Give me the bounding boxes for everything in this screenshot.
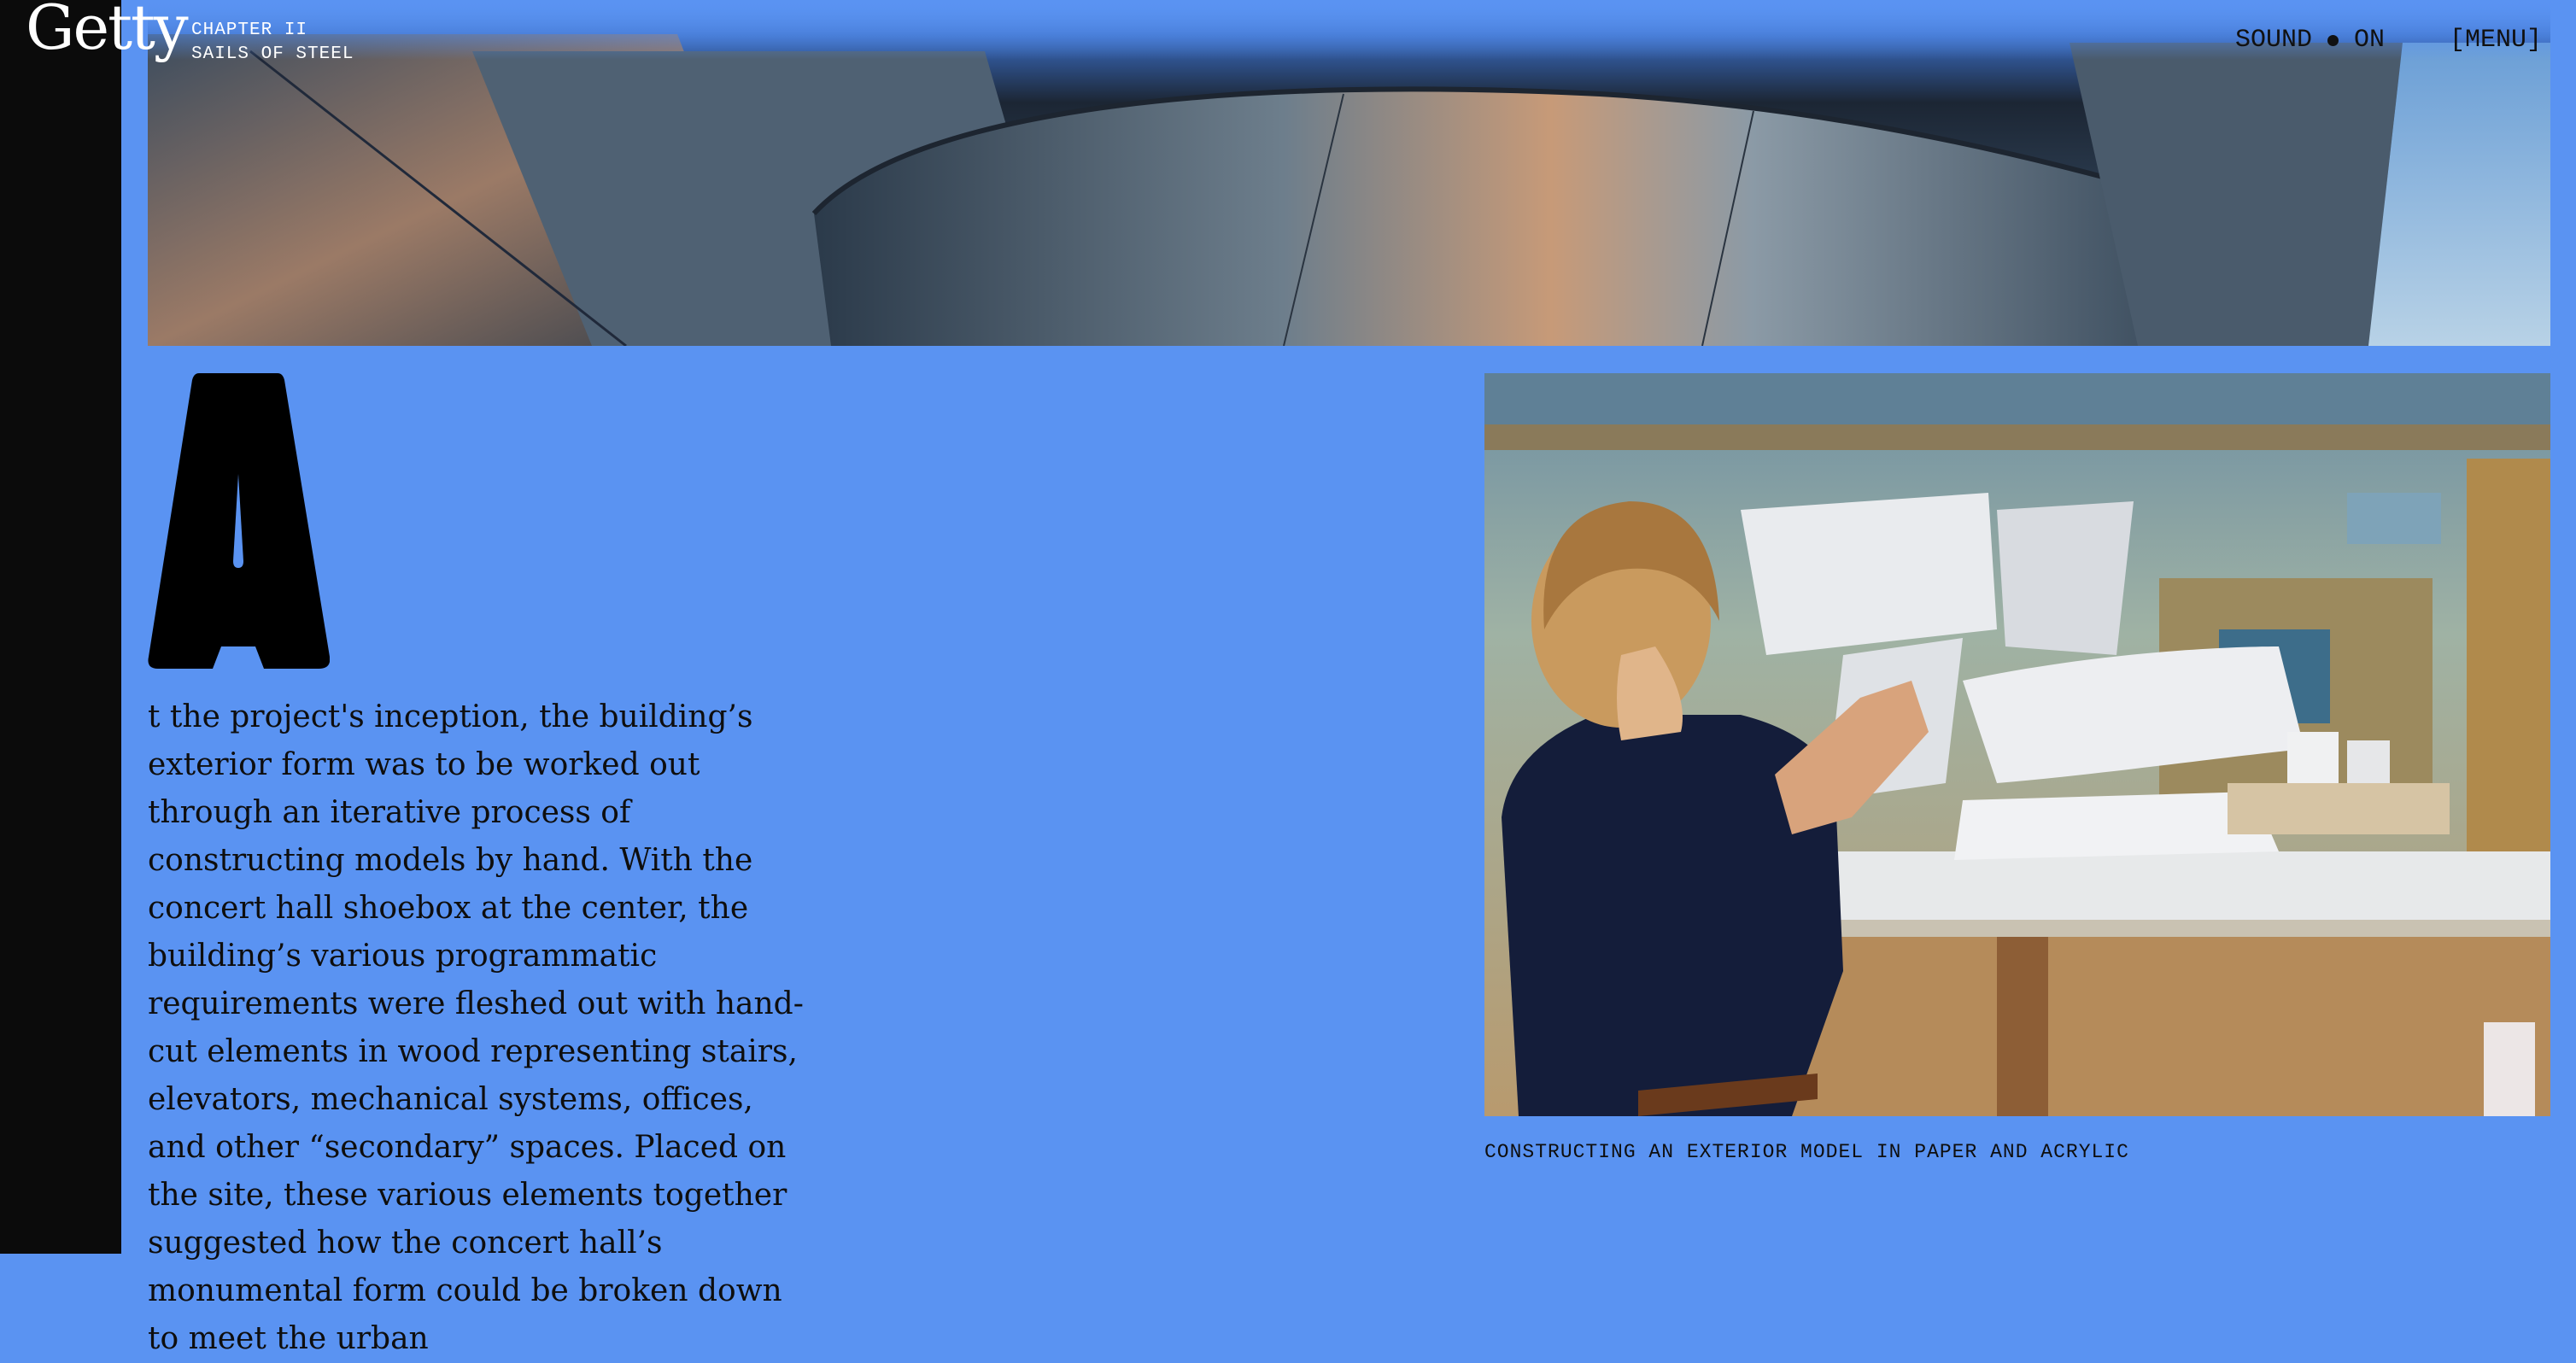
photo-illustration <box>1484 373 2550 1116</box>
header-controls: SOUND ON [MENU] <box>2235 26 2542 55</box>
left-dark-strip <box>0 0 121 1254</box>
drop-cap-letter: A <box>148 373 330 669</box>
chapter-indicator: CHAPTER II SAILS OF STEEL <box>191 19 354 67</box>
menu-button[interactable]: [MENU] <box>2450 26 2542 55</box>
photo-caption: CONSTRUCTING AN EXTERIOR MODEL IN PAPER … <box>1484 1141 2129 1163</box>
getty-logo[interactable]: Getty <box>26 0 189 58</box>
article-body-text: t the project's inception, the building’… <box>148 699 804 1356</box>
sound-dot-icon <box>2327 34 2339 46</box>
model-construction-photo <box>1484 373 2550 1116</box>
sound-state: ON <box>2353 26 2385 55</box>
hero-top-fade <box>148 0 2550 60</box>
sound-toggle[interactable]: SOUND ON <box>2235 26 2385 55</box>
chapter-number: CHAPTER II <box>191 20 308 40</box>
chapter-title: SAILS OF STEEL <box>191 44 354 64</box>
hero-image-steel-sails <box>148 0 2550 346</box>
sound-label: SOUND <box>2234 26 2312 55</box>
